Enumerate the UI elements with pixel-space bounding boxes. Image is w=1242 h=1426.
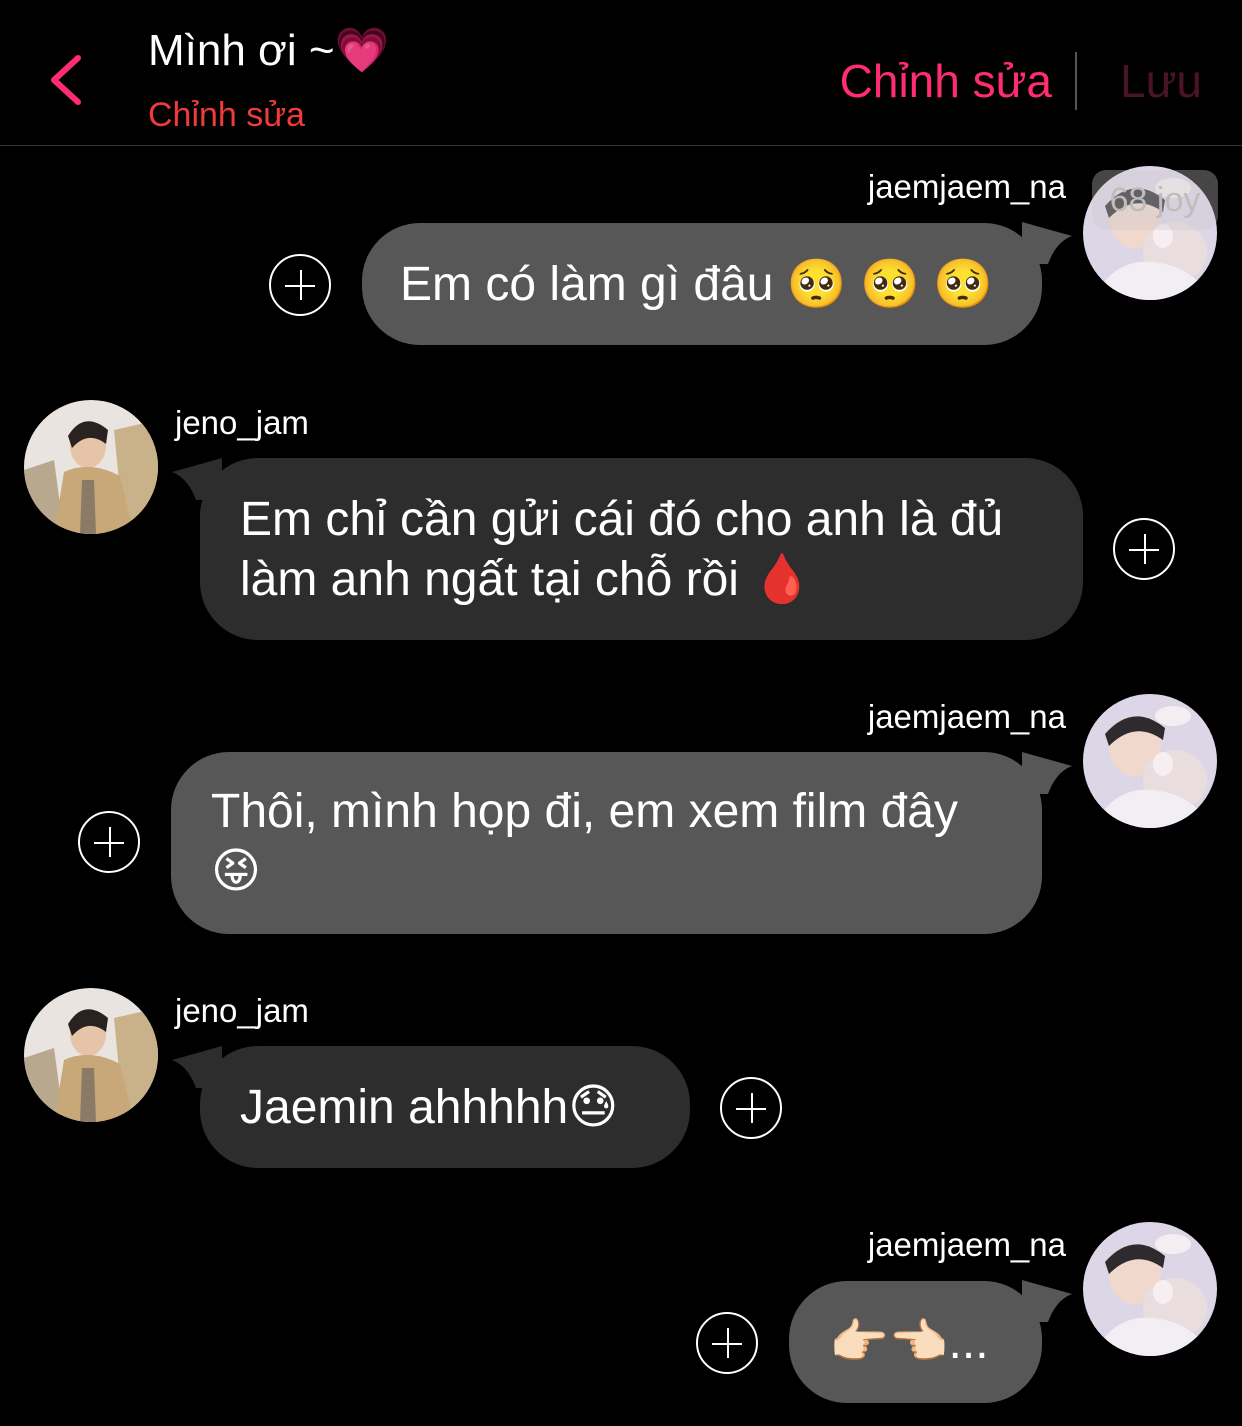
page-subtitle: Chỉnh sửa (148, 96, 305, 134)
plus-circle-icon[interactable] (720, 1077, 782, 1139)
message-bubble[interactable]: Em có làm gì đâu 🥺 🥺 🥺 (362, 223, 1042, 345)
avatar[interactable] (24, 988, 158, 1122)
sender-name: jeno_jam (175, 992, 309, 1029)
edit-button[interactable]: Chỉnh sửa (840, 54, 1052, 108)
message-text: 👉🏻👈🏻... (829, 1316, 989, 1369)
avatar[interactable] (1083, 1222, 1217, 1356)
message-bubble[interactable]: 👉🏻👈🏻... (789, 1281, 1042, 1403)
plus-circle-icon[interactable] (269, 254, 331, 316)
message-bubble[interactable]: Jaemin ahhhhh😓 (200, 1046, 690, 1168)
save-button[interactable]: Lưu (1120, 54, 1202, 108)
sender-name: jeno_jam (175, 404, 309, 441)
page-title: Mình ơi ~💗 (148, 26, 390, 75)
sender-name: jaemjaem_na (867, 1226, 1066, 1263)
divider (1075, 52, 1077, 110)
message-text-line: Em chỉ cần gửi cái đó cho anh là đủ (240, 493, 1004, 546)
plus-circle-icon[interactable] (696, 1312, 758, 1374)
message-bubble[interactable]: Thôi, mình họp đi, em xem film đây 😝 (171, 752, 1042, 934)
message-text: Jaemin ahhhhh😓 (240, 1081, 619, 1134)
message-text-line: 😝 (211, 845, 262, 898)
message-text-line: Thôi, mình họp đi, em xem film đây (211, 785, 958, 838)
avatar[interactable] (1083, 694, 1217, 828)
chevron-left-icon[interactable] (38, 48, 98, 112)
plus-circle-icon[interactable] (78, 811, 140, 873)
avatar[interactable] (24, 400, 158, 534)
sender-name: jaemjaem_na (867, 698, 1066, 735)
plus-circle-icon[interactable] (1113, 518, 1175, 580)
message-bubble[interactable]: Em chỉ cần gửi cái đó cho anh là đủ làm … (200, 458, 1083, 640)
message-text: Em có làm gì đâu 🥺 🥺 🥺 (400, 258, 993, 311)
header: Mình ơi ~💗 Chỉnh sửa Chỉnh sửa Lưu (0, 0, 1242, 146)
sender-name: jaemjaem_na (867, 168, 1066, 205)
status-badge: 68 joy (1092, 170, 1218, 230)
message-text-line: làm anh ngất tại chỗ rồi 🩸 (240, 553, 813, 606)
